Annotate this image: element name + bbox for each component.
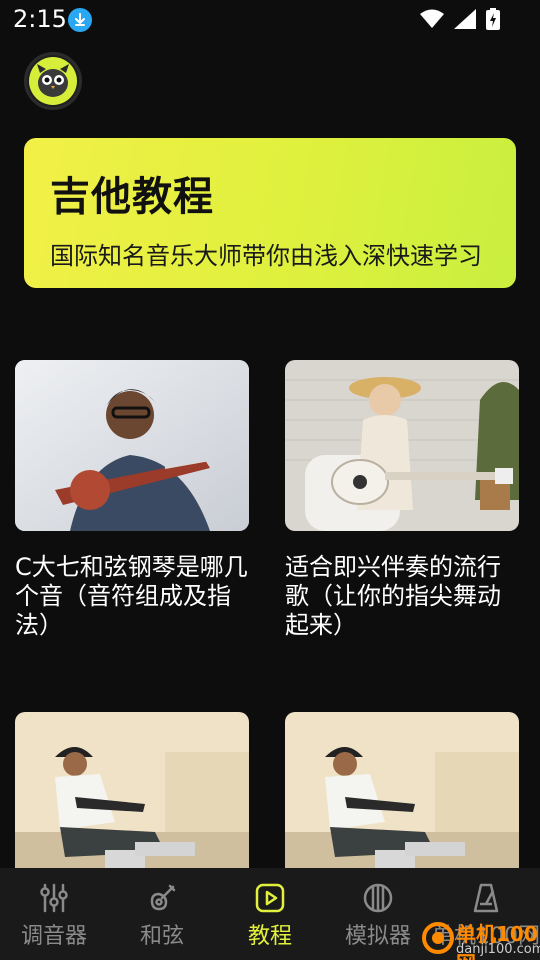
status-bar: 2:15 [0, 0, 540, 40]
nav-item-tuner[interactable]: 调音器 [0, 868, 108, 960]
signal-icon [454, 9, 476, 33]
avatar[interactable] [24, 52, 82, 110]
card-title: 适合即兴伴奏的流行歌（让你的指尖舞动起来） [285, 553, 501, 639]
guitarist-photo-icon [15, 360, 249, 531]
status-time: 2:15 [13, 5, 67, 33]
card-thumbnail [285, 712, 519, 883]
woman-guitar-photo-icon [285, 360, 519, 531]
tutorial-card[interactable]: C大七和弦钢琴是哪几个音（音符组成及指法） [15, 360, 249, 640]
nav-item-tutorial[interactable]: 教程 [216, 868, 324, 960]
card-thumbnail [285, 360, 519, 531]
nav-label: 教程 [247, 924, 292, 949]
owl-mascot-icon [29, 57, 77, 105]
watermark-url: danji100.com [456, 942, 540, 957]
wifi-icon [420, 9, 444, 33]
metronome-icon [470, 882, 502, 914]
tutorial-card[interactable]: 适合即兴伴奏的流行歌（让你的指尖舞动起来） [285, 360, 519, 640]
nav-label: 调音器 [20, 924, 87, 949]
banner-title: 吉他教程 [50, 174, 214, 220]
seated-guitarist-photo-icon [285, 712, 519, 883]
status-icons [420, 8, 500, 34]
card-title: C大七和弦钢琴是哪几个音（音符组成及指法） [15, 553, 248, 639]
card-thumbnail [15, 712, 249, 883]
card-thumbnail [15, 360, 249, 531]
nav-item-chords[interactable]: 和弦 [108, 868, 216, 960]
nav-label: 和弦 [139, 924, 184, 949]
watermark-logo-icon [422, 922, 454, 958]
tuner-sliders-icon [38, 882, 70, 914]
tutorial-banner[interactable]: 吉他教程 国际知名音乐大师带你由浅入深快速学习 [24, 138, 516, 288]
strings-icon [362, 882, 394, 914]
banner-subtitle: 国际知名音乐大师带你由浅入深快速学习 [50, 242, 482, 270]
watermark: 单机100网 danji100.com [416, 914, 540, 960]
screen: 2:15 吉他教程 国际知名音乐大师带你由浅入深快速学习 C大七和弦钢琴是哪几个… [0, 0, 540, 960]
download-icon [68, 8, 92, 32]
seated-guitarist-photo-icon [15, 712, 249, 883]
battery-icon [486, 8, 500, 34]
guitar-icon [146, 882, 178, 914]
play-icon [254, 882, 286, 914]
